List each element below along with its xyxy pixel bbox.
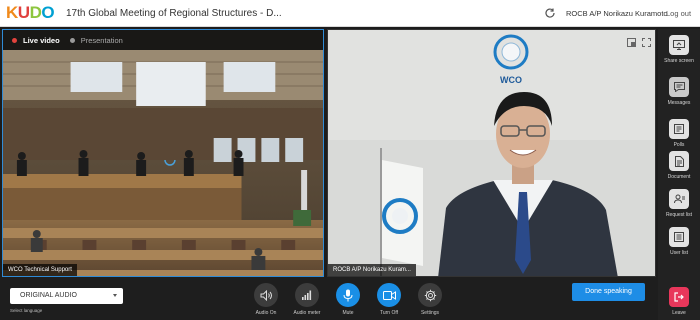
leave-button[interactable]: Leave xyxy=(661,287,697,316)
document-button[interactable]: Document xyxy=(661,151,697,180)
done-speaking-button[interactable]: Done speaking xyxy=(572,283,645,301)
picture-in-picture-icon[interactable] xyxy=(627,34,636,47)
turn-off-video-button[interactable]: Turn Off xyxy=(369,283,409,316)
request-list-button[interactable]: Request list xyxy=(661,189,697,218)
refresh-icon[interactable] xyxy=(544,7,556,19)
document-icon xyxy=(674,155,684,167)
share-screen-button[interactable]: Share screen xyxy=(661,35,697,64)
meeting-title: 17th Global Meeting of Regional Structur… xyxy=(66,7,282,19)
polls-icon xyxy=(674,124,684,134)
request-list-icon xyxy=(673,194,685,204)
fullscreen-icon[interactable] xyxy=(642,34,651,47)
tab-live-video-label: Live video xyxy=(23,35,60,45)
share-screen-icon xyxy=(673,40,685,50)
user-list-icon xyxy=(674,232,684,242)
video-tabs: Live video Presentation xyxy=(3,30,323,50)
audio-on-button[interactable]: Audio On xyxy=(246,283,286,316)
mute-button[interactable]: Mute xyxy=(328,283,368,316)
speaker-video: WCO xyxy=(328,30,655,276)
live-video-panel[interactable]: Live video Presentation WCO Technical Su… xyxy=(2,29,324,277)
speaker-icon xyxy=(260,289,272,301)
right-speaker-label: ROCB A/P Norikazu Kuram... xyxy=(328,264,416,276)
video-toolbar xyxy=(627,34,651,47)
live-dot-icon xyxy=(12,37,17,43)
speaker-video-panel[interactable]: WCO ROCB A/P Norikazu Kuram... xyxy=(327,29,656,277)
top-bar: KUDO 17th Global Meeting of Regional Str… xyxy=(0,0,700,27)
kudo-logo: KUDO xyxy=(6,3,55,22)
microphone-icon xyxy=(343,289,353,301)
presentation-dot-icon xyxy=(69,37,75,43)
user-list-button[interactable]: User list xyxy=(661,227,697,256)
video-camera-icon xyxy=(382,290,396,300)
chevron-down-icon xyxy=(113,294,117,297)
messages-button[interactable]: Messages xyxy=(661,77,697,106)
side-panel: Share screen Messages Polls Document Req… xyxy=(658,29,700,320)
tab-presentation-label: Presentation xyxy=(80,35,123,45)
gear-icon xyxy=(424,289,436,301)
audio-language-select[interactable]: ORIGINAL AUDIO xyxy=(10,288,123,304)
conference-room-video xyxy=(3,50,323,276)
polls-button[interactable]: Polls xyxy=(661,119,697,148)
leave-icon xyxy=(674,292,684,302)
tab-live-video[interactable]: Live video xyxy=(12,36,60,45)
select-language-label: Select language xyxy=(10,308,43,313)
svg-text:WCO: WCO xyxy=(500,75,522,85)
messages-icon xyxy=(673,82,685,92)
audio-meter-icon xyxy=(302,290,312,300)
audio-meter-button[interactable]: Audio meter xyxy=(287,283,327,316)
left-speaker-label: WCO Technical Support xyxy=(3,264,77,276)
kudo-meeting-window: KUDO 17th Global Meeting of Regional Str… xyxy=(0,0,700,320)
settings-button[interactable]: Settings xyxy=(410,283,450,316)
bottom-control-bar: ORIGINAL AUDIO Select language Audio On … xyxy=(0,277,658,320)
user-name: ROCB A/P Norikazu Kuramoto xyxy=(566,9,668,18)
logout-link[interactable]: Log out xyxy=(666,9,691,18)
tab-presentation[interactable]: Presentation xyxy=(69,35,123,45)
audio-language-value: ORIGINAL AUDIO xyxy=(20,292,77,299)
